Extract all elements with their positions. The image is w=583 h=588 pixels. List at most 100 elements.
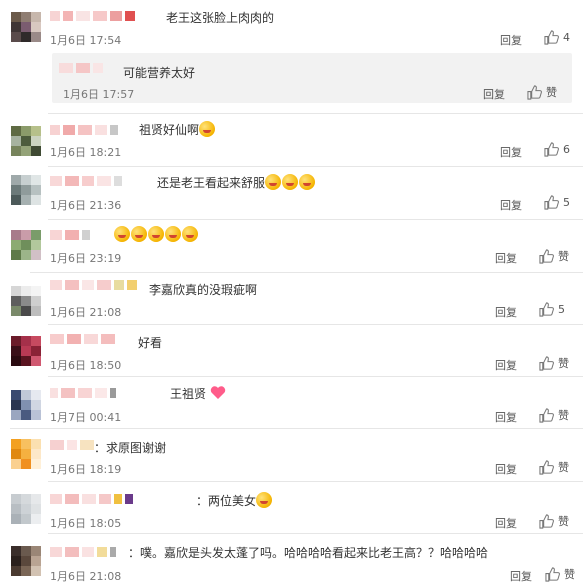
like-button[interactable]: 赞 <box>539 248 569 264</box>
comment-text: 好看 <box>138 336 163 350</box>
like-button[interactable]: 赞 <box>539 407 569 423</box>
reply-button[interactable]: 回复 <box>495 357 517 373</box>
avatar[interactable] <box>11 390 41 420</box>
like-button[interactable]: 赞 <box>527 84 557 100</box>
comment-text: 老王这张脸上肉肉的 <box>166 11 275 25</box>
username-blurred[interactable] <box>50 387 116 399</box>
thumbs-up-icon <box>545 566 560 582</box>
comment-time: 1月6日 21:36 <box>50 199 122 212</box>
like-label: 赞 <box>558 515 569 528</box>
avatar[interactable] <box>11 286 41 316</box>
reply-button[interactable]: 回复 <box>495 409 517 425</box>
like-button[interactable]: 赞 <box>539 355 569 371</box>
username-blurred[interactable] <box>50 175 122 187</box>
avatar[interactable] <box>11 546 41 576</box>
avatar[interactable] <box>11 439 41 469</box>
comment-time: 1月6日 18:21 <box>50 146 122 159</box>
like-button[interactable]: 5 <box>539 302 565 317</box>
reply-button[interactable]: 回复 <box>483 86 505 102</box>
divider <box>10 428 583 429</box>
thumbs-up-icon <box>539 513 554 529</box>
reply-button[interactable]: 回复 <box>495 461 517 477</box>
reply-button[interactable]: 回复 <box>495 250 517 266</box>
reply-button[interactable]: 回复 <box>495 515 517 531</box>
kiss-emoji-icon <box>299 174 316 190</box>
thumbs-up-icon <box>539 407 554 423</box>
like-count: 6 <box>563 143 570 156</box>
comment-text: 王祖贤 <box>170 385 226 402</box>
like-button[interactable]: 6 <box>544 142 570 157</box>
comment-text: ：两位美女 <box>196 492 273 509</box>
avatar[interactable] <box>11 12 41 42</box>
avatar[interactable] <box>11 336 41 366</box>
comment-text: 还是老王看起来舒服 <box>157 174 316 191</box>
divider <box>48 376 583 377</box>
divider <box>48 219 583 220</box>
like-label: 赞 <box>558 250 569 263</box>
divider <box>30 272 583 273</box>
username-blurred[interactable] <box>50 439 94 451</box>
like-button[interactable]: 4 <box>544 30 570 45</box>
comment-text-content: 祖贤好仙啊 <box>139 123 200 137</box>
like-label: 赞 <box>558 409 569 422</box>
username-blurred[interactable] <box>50 124 118 136</box>
laugh-emoji-icon <box>256 492 273 508</box>
comment-time: 1月6日 18:05 <box>50 517 122 530</box>
kiss-emoji-icon <box>282 174 299 190</box>
username-blurred[interactable] <box>50 229 90 241</box>
comment-text-content: 两位美女 <box>208 494 257 508</box>
avatar[interactable] <box>11 175 41 205</box>
reply-button[interactable]: 回复 <box>500 197 522 213</box>
comment-text: 可能营养太好 <box>123 66 196 80</box>
comment-time: 1月6日 18:19 <box>50 463 122 476</box>
username-blurred[interactable] <box>50 279 137 291</box>
reply-button[interactable]: 回复 <box>510 568 532 584</box>
like-button[interactable]: 赞 <box>539 459 569 475</box>
smile-emoji-icon <box>148 226 164 242</box>
comment-text: 李嘉欣真的没瑕疵啊 <box>149 283 258 297</box>
avatar[interactable] <box>11 126 41 156</box>
username-blurred[interactable] <box>50 493 133 505</box>
reply-button[interactable]: 回复 <box>495 304 517 320</box>
like-label: 赞 <box>564 568 575 581</box>
username-blurred[interactable] <box>59 62 103 74</box>
like-button[interactable]: 赞 <box>539 513 569 529</box>
kiss-emoji-icon <box>165 226 181 242</box>
like-label: 赞 <box>546 86 557 99</box>
thumbs-up-icon <box>539 248 554 264</box>
thumbs-up-icon <box>539 355 554 371</box>
thumbs-up-icon <box>544 30 559 45</box>
comment-time: 1月6日 21:08 <box>50 570 122 583</box>
divider <box>48 324 583 325</box>
comment-text: ：噗。嘉欣是头发太蓬了吗。哈哈哈哈看起来比老王高？？哈哈哈哈 <box>128 544 488 561</box>
username-blurred[interactable] <box>50 546 116 558</box>
divider <box>48 533 583 534</box>
divider <box>48 113 583 114</box>
comment-separator: ： <box>94 441 107 455</box>
comment-text-content: 王祖贤 <box>170 387 207 401</box>
thumbs-up-icon <box>539 302 554 317</box>
comment-time: 1月6日 17:57 <box>63 88 135 101</box>
comment-time: 1月6日 18:50 <box>50 359 122 372</box>
comment-text <box>114 226 199 242</box>
avatar[interactable] <box>11 494 41 524</box>
reply-button[interactable]: 回复 <box>500 144 522 160</box>
heart-eyes-emoji-icon <box>131 226 147 242</box>
comment-text-content: 噗。嘉欣是头发太蓬了吗。哈哈哈哈看起来比老王高？？哈哈哈哈 <box>140 546 489 560</box>
avatar[interactable] <box>11 230 41 260</box>
comment-text: 祖贤好仙啊 <box>139 121 216 138</box>
kiss-emoji-icon <box>265 174 282 190</box>
reply-button[interactable]: 回复 <box>500 32 522 48</box>
like-button[interactable]: 5 <box>544 195 570 210</box>
username-blurred[interactable] <box>50 10 135 22</box>
thumbs-up-icon <box>544 195 559 210</box>
comment-separator: ： <box>128 546 141 560</box>
thumbs-up-icon <box>527 84 542 100</box>
comment-text-content: 还是老王看起来舒服 <box>157 176 266 190</box>
thumbs-up-icon <box>539 459 554 475</box>
sparkle-heart-icon <box>210 386 226 399</box>
like-button[interactable]: 赞 <box>545 566 575 582</box>
comment-time: 1月6日 23:19 <box>50 252 122 265</box>
username-blurred[interactable] <box>50 333 115 345</box>
comment-time: 1月6日 21:08 <box>50 306 122 319</box>
